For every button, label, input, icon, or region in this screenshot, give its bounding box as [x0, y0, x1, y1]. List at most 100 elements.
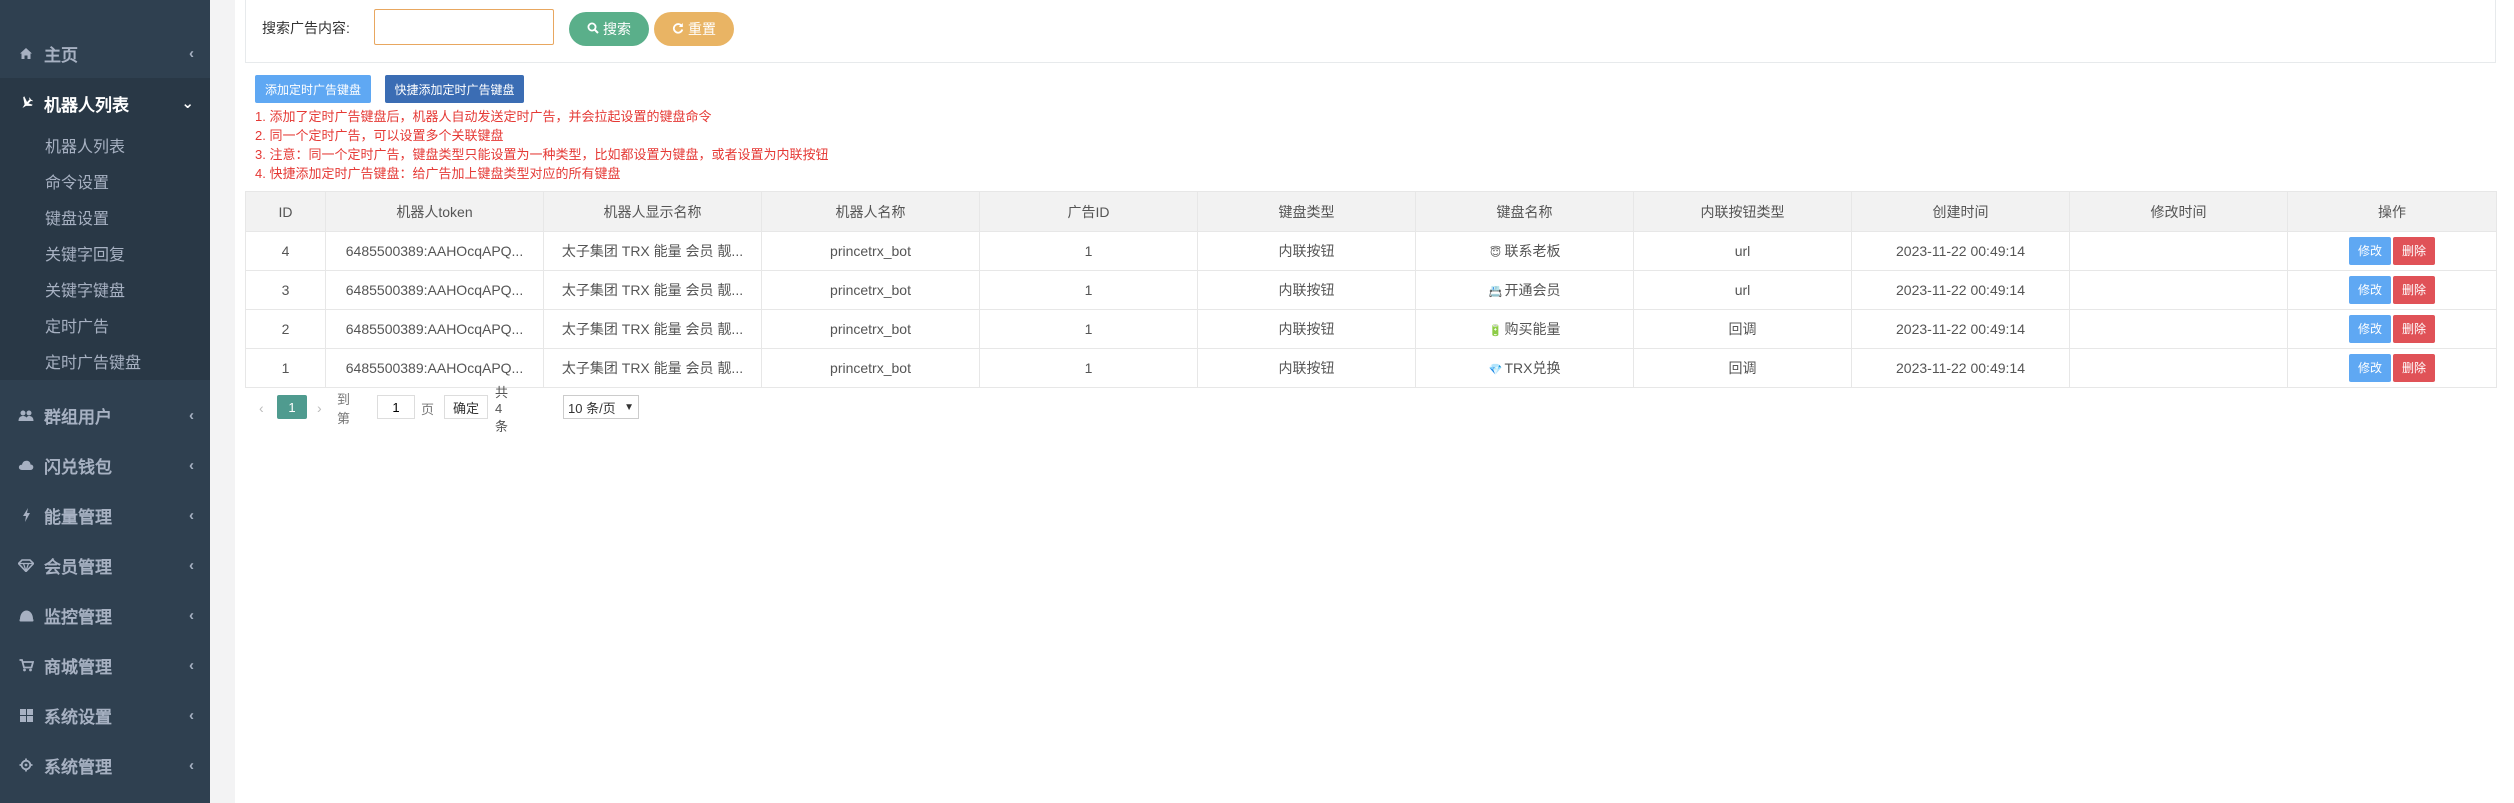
chevron-left-icon: ‹	[189, 44, 194, 62]
column-header[interactable]: 创建时间	[1851, 191, 2070, 232]
nav-member-label: 会员管理	[44, 557, 112, 577]
search-label: 搜索广告内容:	[262, 20, 350, 36]
edit-button[interactable]: 修改	[2349, 354, 2391, 382]
column-header[interactable]: 内联按钮类型	[1633, 191, 1852, 232]
cell-display-name: 太子集团 TRX 能量 会员 靓...	[543, 231, 762, 271]
windows-icon	[16, 708, 36, 722]
search-panel: 搜索广告内容: 搜索 重置	[245, 0, 2496, 63]
cell-modified	[2069, 270, 2288, 310]
quick-add-scheduled-ad-keyboard-button[interactable]: 快捷添加定时广告键盘	[385, 75, 524, 103]
nav-flash-wallet-label: 闪兑钱包	[44, 457, 112, 477]
column-header[interactable]: 键盘名称	[1415, 191, 1634, 232]
nav-member[interactable]: 会员管理 ‹	[0, 540, 210, 590]
sidebar: 主页 ‹ 机器人列表 ⌄ 机器人列表 命令设置 键盘设置 关键字回复 关键字键盘…	[0, 0, 210, 803]
sub-item-command-settings[interactable]: 命令设置	[45, 166, 109, 196]
delete-button[interactable]: 删除	[2393, 276, 2435, 304]
column-header: 操作	[2287, 191, 2497, 232]
column-header[interactable]: 机器人显示名称	[543, 191, 762, 232]
edit-button[interactable]: 修改	[2349, 237, 2391, 265]
delete-button[interactable]: 删除	[2393, 354, 2435, 382]
column-header[interactable]: 键盘类型	[1197, 191, 1416, 232]
next-page-icon[interactable]: ›	[317, 395, 322, 421]
cell-created: 2023-11-22 00:49:14	[1851, 270, 2070, 310]
kb-emoji: 📇	[1488, 286, 1503, 298]
kb-name: 联系老板	[1504, 243, 1561, 259]
nav-shop-label: 商城管理	[44, 657, 112, 677]
cell-display-name: 太子集团 TRX 能量 会员 靓...	[543, 309, 762, 349]
refresh-icon	[672, 22, 684, 37]
cell-ad-id: 1	[979, 348, 1198, 388]
column-header[interactable]: 广告ID	[979, 191, 1198, 232]
nav-robots[interactable]: 机器人列表 ⌄	[0, 78, 210, 128]
bolt-icon	[16, 508, 36, 522]
cell-kb-name: 💎 TRX兑换	[1415, 348, 1634, 388]
notes: 1. 添加了定时广告键盘后，机器人自动发送定时广告，并会拉起设置的键盘命令 2.…	[255, 107, 828, 183]
reset-button[interactable]: 重置	[654, 12, 734, 46]
table-row[interactable]: 3 6485500389:AAHOcqAPQ... 太子集团 TRX 能量 会员…	[245, 270, 2497, 310]
delete-button[interactable]: 删除	[2393, 315, 2435, 343]
chevron-left-icon: ‹	[189, 506, 194, 524]
nav-system-settings[interactable]: 系统设置 ‹	[0, 690, 210, 740]
column-header[interactable]: 机器人名称	[761, 191, 980, 232]
nav-system-manage[interactable]: 系统管理 ‹	[0, 740, 210, 790]
table-row[interactable]: 1 6485500389:AAHOcqAPQ... 太子集团 TRX 能量 会员…	[245, 348, 2497, 388]
delete-button[interactable]: 删除	[2393, 237, 2435, 265]
kb-name: 购买能量	[1504, 321, 1561, 337]
table-row[interactable]: 2 6485500389:AAHOcqAPQ... 太子集团 TRX 能量 会员…	[245, 309, 2497, 349]
nav-system-settings-label: 系统设置	[44, 707, 112, 727]
home-icon	[16, 47, 36, 60]
cell-created: 2023-11-22 00:49:14	[1851, 309, 2070, 349]
table-row[interactable]: 4 6485500389:AAHOcqAPQ... 太子集团 TRX 能量 会员…	[245, 231, 2497, 271]
monitor-icon	[16, 609, 36, 622]
note-line: 2. 同一个定时广告，可以设置多个关联键盘	[255, 128, 504, 143]
plane-icon	[16, 96, 36, 110]
page-current[interactable]: 1	[277, 395, 307, 419]
page-size-value: 10 条/页	[568, 400, 616, 416]
edit-button[interactable]: 修改	[2349, 276, 2391, 304]
cell-kb-type: 内联按钮	[1197, 348, 1416, 388]
page-unit-label: 页	[421, 401, 435, 417]
column-header[interactable]: ID	[245, 191, 326, 232]
sub-item-keyboard-settings[interactable]: 键盘设置	[45, 202, 109, 232]
cell-kb-type: 内联按钮	[1197, 270, 1416, 310]
nav-home[interactable]: 主页 ‹	[0, 28, 210, 78]
cell-kb-name: 🔋 购买能量	[1415, 309, 1634, 349]
chevron-left-icon: ‹	[189, 756, 194, 774]
note-line: 4. 快捷添加定时广告键盘：给广告加上键盘类型对应的所有键盘	[255, 166, 621, 181]
sub-item-robot-list[interactable]: 机器人列表	[45, 130, 125, 160]
nav-monitor[interactable]: 监控管理 ‹	[0, 590, 210, 640]
goto-label: 到第	[337, 392, 351, 426]
sub-item-scheduled-ads[interactable]: 定时广告	[45, 310, 109, 340]
nav-energy[interactable]: 能量管理 ‹	[0, 490, 210, 540]
cell-kb-name: 📇 开通会员	[1415, 270, 1634, 310]
cell-display-name: 太子集团 TRX 能量 会员 靓...	[543, 270, 762, 310]
nav-flash-wallet[interactable]: 闪兑钱包 ‹	[0, 440, 210, 490]
page-size-select[interactable]: 10 条/页 ▼	[563, 395, 639, 419]
goto-confirm-button[interactable]: 确定	[444, 395, 488, 419]
nav-shop[interactable]: 商城管理 ‹	[0, 640, 210, 690]
cell-bot-name: princetrx_bot	[761, 348, 980, 388]
cell-actions: 修改 删除	[2287, 309, 2497, 349]
search-input[interactable]	[374, 9, 554, 45]
chevron-left-icon: ‹	[189, 706, 194, 724]
cell-modified	[2069, 348, 2288, 388]
sub-item-scheduled-ad-keyboard[interactable]: 定时广告键盘	[45, 346, 141, 376]
prev-page-icon[interactable]: ‹	[259, 395, 264, 421]
nav-energy-label: 能量管理	[44, 507, 112, 527]
sub-item-keyword-keyboard[interactable]: 关键字键盘	[45, 274, 125, 304]
cell-id: 1	[245, 348, 326, 388]
total-count: 共 4 条	[495, 384, 509, 434]
search-button[interactable]: 搜索	[569, 12, 649, 46]
column-header[interactable]: 机器人token	[325, 191, 544, 232]
cell-id: 2	[245, 309, 326, 349]
add-scheduled-ad-keyboard-button[interactable]: 添加定时广告键盘	[255, 75, 371, 103]
cell-bot-name: princetrx_bot	[761, 309, 980, 349]
cell-ad-id: 1	[979, 309, 1198, 349]
sub-item-keyword-reply[interactable]: 关键字回复	[45, 238, 125, 268]
nav-groups[interactable]: 群组用户 ‹	[0, 390, 210, 440]
edit-button[interactable]: 修改	[2349, 315, 2391, 343]
kb-emoji: 🔋	[1488, 325, 1503, 337]
cell-token: 6485500389:AAHOcqAPQ...	[325, 270, 544, 310]
column-header[interactable]: 修改时间	[2069, 191, 2288, 232]
goto-page-input[interactable]	[377, 395, 415, 419]
